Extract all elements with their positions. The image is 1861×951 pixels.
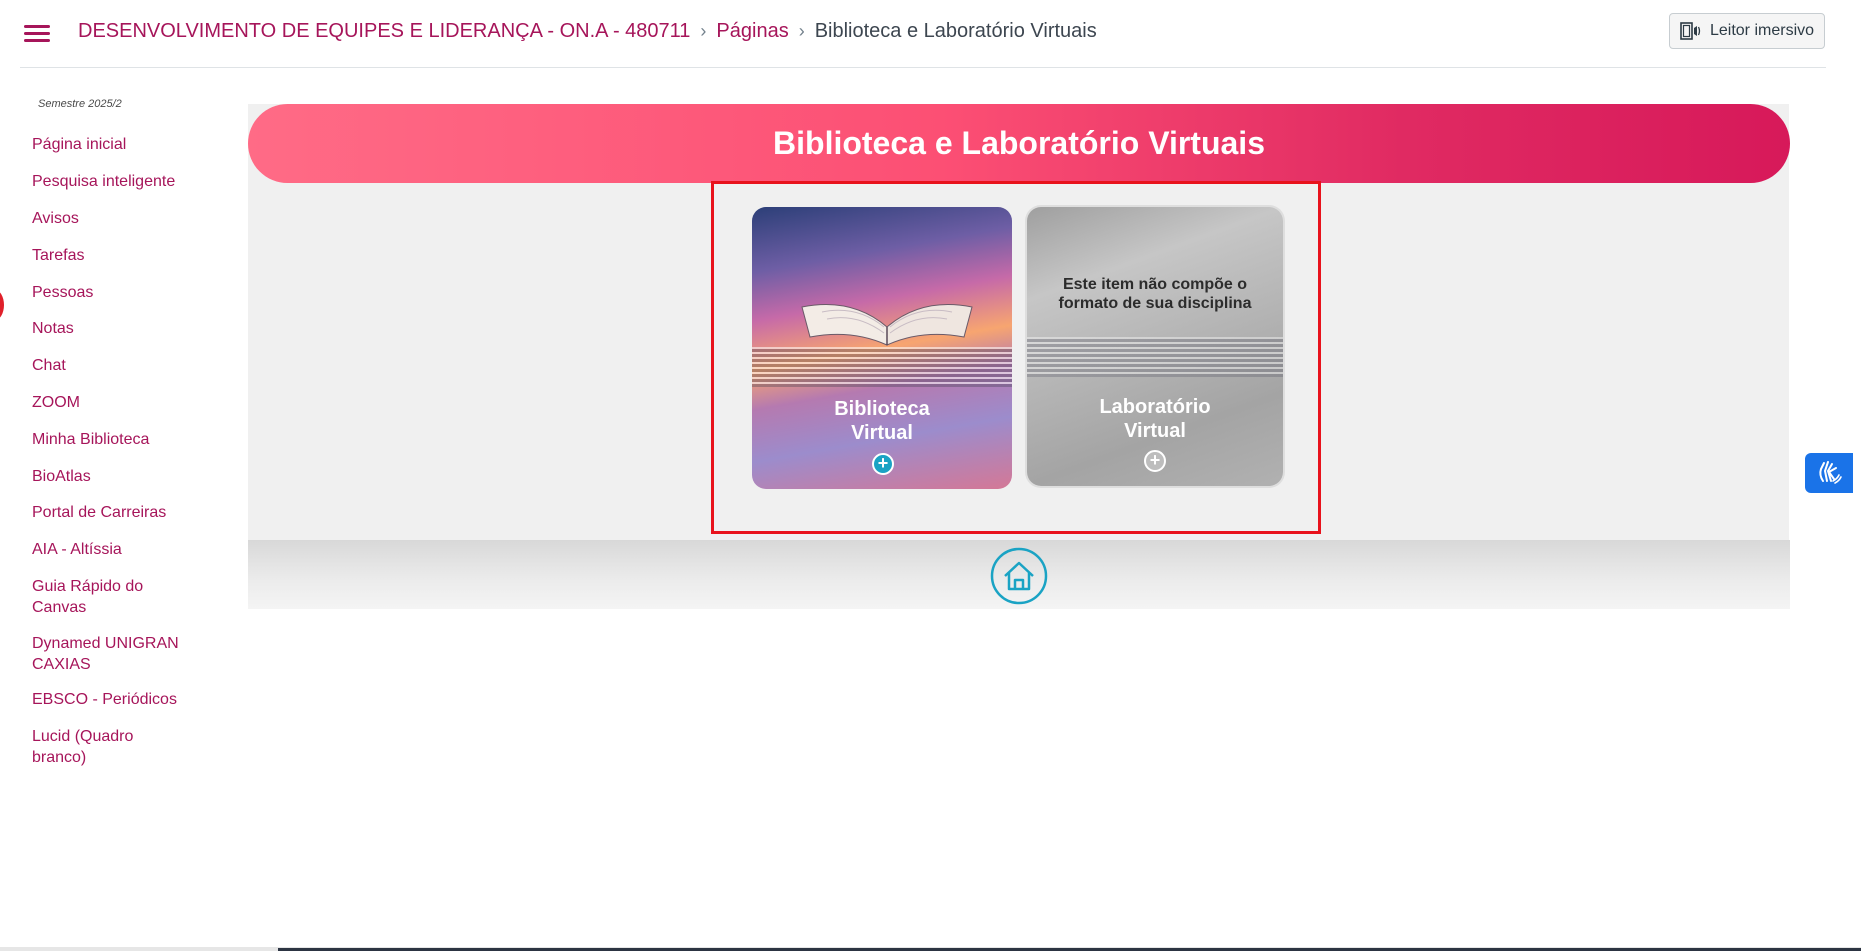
sidebar-item-lucid[interactable]: Lucid (Quadro branco)	[32, 726, 152, 768]
sidebar-item-avisos[interactable]: Avisos	[32, 208, 192, 229]
chevron-right-icon: ›	[798, 20, 805, 41]
menu-hamburger-icon[interactable]	[24, 22, 52, 44]
sign-language-icon	[1819, 461, 1842, 484]
top-bar: DESENVOLVIMENTO DE EQUIPES E LIDERANÇA -…	[0, 0, 1861, 67]
sidebar-item-tarefas[interactable]: Tarefas	[32, 245, 192, 266]
page-title: Biblioteca e Laboratório Virtuais	[773, 125, 1265, 161]
sidebar-item-pessoas[interactable]: Pessoas	[32, 282, 192, 303]
sidebar-item-guia-rapido-canvas[interactable]: Guia Rápido do Canvas	[32, 576, 162, 618]
sidebar-item-aia-altissia[interactable]: AIA - Altíssia	[32, 539, 192, 560]
sidebar-item-zoom[interactable]: ZOOM	[32, 392, 192, 413]
semester-label: Semestre 2025/2	[38, 98, 122, 110]
sidebar-item-notas[interactable]: Notas	[32, 318, 192, 339]
notification-marker	[0, 290, 4, 320]
chevron-right-icon: ›	[700, 20, 707, 41]
page-banner: Biblioteca e Laboratório Virtuais	[248, 104, 1790, 183]
breadcrumb-current-page: Biblioteca e Laboratório Virtuais	[814, 19, 1097, 42]
sidebar-item-dynamed[interactable]: Dynamed UNIGRAN CAXIAS	[32, 633, 182, 675]
highlight-frame	[711, 181, 1321, 534]
sidebar-item-pagina-inicial[interactable]: Página inicial	[32, 134, 192, 155]
immersive-reader-icon	[1680, 22, 1701, 40]
breadcrumb-pages-link[interactable]: Páginas	[716, 20, 788, 43]
home-button[interactable]	[990, 547, 1048, 605]
sidebar-item-ebsco[interactable]: EBSCO - Periódicos	[32, 689, 192, 710]
sidebar-item-minha-biblioteca[interactable]: Minha Biblioteca	[32, 429, 192, 450]
breadcrumb-course-link[interactable]: DESENVOLVIMENTO DE EQUIPES E LIDERANÇA -…	[78, 20, 690, 43]
sidebar-item-chat[interactable]: Chat	[32, 355, 192, 376]
sidebar-item-portal-de-carreiras[interactable]: Portal de Carreiras	[32, 502, 192, 523]
breadcrumb: DESENVOLVIMENTO DE EQUIPES E LIDERANÇA -…	[78, 17, 1097, 45]
immersive-reader-label: Leitor imersivo	[1709, 22, 1815, 39]
immersive-reader-button[interactable]: Leitor imersivo	[1669, 13, 1825, 49]
header-divider	[20, 67, 1826, 68]
sign-language-button[interactable]	[1805, 453, 1853, 493]
sidebar-item-pesquisa-inteligente[interactable]: Pesquisa inteligente	[32, 171, 192, 192]
sidebar-item-bioatlas[interactable]: BioAtlas	[32, 466, 192, 487]
home-icon	[990, 547, 1048, 605]
